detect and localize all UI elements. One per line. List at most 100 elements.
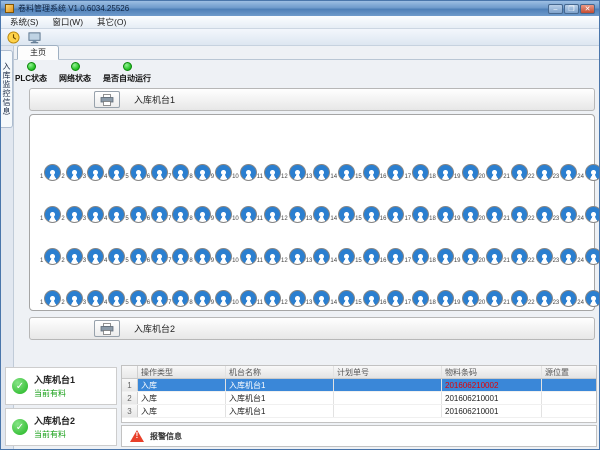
roll-slot[interactable]: 16: [380, 248, 405, 265]
roll-slot[interactable]: 23: [553, 206, 578, 223]
roll-slot[interactable]: 8: [189, 164, 210, 181]
roll-slot[interactable]: 23: [553, 290, 578, 307]
roll-slot[interactable]: 9: [211, 290, 232, 307]
roll-slot[interactable]: 2: [61, 248, 82, 265]
roll-slot[interactable]: 5: [125, 206, 146, 223]
roll-slot[interactable]: 12: [281, 206, 306, 223]
table-header-cell[interactable]: [122, 366, 138, 378]
roll-slot[interactable]: 13: [306, 206, 331, 223]
roll-slot[interactable]: 2: [61, 164, 82, 181]
roll-slot[interactable]: 18: [429, 290, 454, 307]
machine-card[interactable]: ✓入库机台1当前有料: [5, 367, 117, 405]
roll-slot[interactable]: 22: [528, 290, 553, 307]
roll-slot[interactable]: 16: [380, 164, 405, 181]
roll-slot[interactable]: 24: [577, 290, 600, 307]
print-button-machine2[interactable]: [94, 320, 120, 337]
roll-slot[interactable]: 5: [125, 290, 146, 307]
roll-slot[interactable]: 17: [404, 164, 429, 181]
roll-slot[interactable]: 20: [479, 248, 504, 265]
roll-slot[interactable]: 9: [211, 164, 232, 181]
roll-slot[interactable]: 18: [429, 248, 454, 265]
roll-slot[interactable]: 4: [104, 206, 125, 223]
roll-slot[interactable]: 6: [147, 248, 168, 265]
roll-slot[interactable]: 4: [104, 248, 125, 265]
menu-item-other[interactable]: 其它(O): [90, 16, 133, 28]
roll-slot[interactable]: 4: [104, 164, 125, 181]
roll-slot[interactable]: 17: [404, 248, 429, 265]
roll-slot[interactable]: 16: [380, 290, 405, 307]
menu-item-system[interactable]: 系统(S): [3, 16, 45, 28]
tab-home[interactable]: 主页: [17, 45, 59, 60]
roll-slot[interactable]: 11: [257, 164, 281, 181]
roll-slot[interactable]: 24: [577, 248, 600, 265]
roll-slot[interactable]: 14: [330, 206, 355, 223]
roll-slot[interactable]: 2: [61, 290, 82, 307]
roll-slot[interactable]: 15: [355, 290, 380, 307]
roll-slot[interactable]: 9: [211, 248, 232, 265]
roll-slot[interactable]: 15: [355, 248, 380, 265]
roll-slot[interactable]: 24: [577, 164, 600, 181]
roll-slot[interactable]: 15: [355, 164, 380, 181]
roll-slot[interactable]: 3: [83, 290, 104, 307]
roll-slot[interactable]: 13: [306, 290, 331, 307]
roll-slot[interactable]: 1: [40, 164, 61, 181]
close-button[interactable]: ✕: [580, 4, 595, 14]
table-row[interactable]: 3入库入库机台1201606210001: [122, 405, 596, 418]
print-button-machine1[interactable]: [94, 91, 120, 108]
menu-item-window[interactable]: 窗口(W): [45, 16, 90, 28]
roll-slot[interactable]: 12: [281, 248, 306, 265]
table-header-cell[interactable]: 操作类型: [138, 366, 226, 378]
table-header-cell[interactable]: 计划单号: [334, 366, 442, 378]
roll-slot[interactable]: 5: [125, 248, 146, 265]
roll-slot[interactable]: 6: [147, 206, 168, 223]
roll-slot[interactable]: 14: [330, 164, 355, 181]
roll-slot[interactable]: 19: [454, 290, 479, 307]
roll-slot[interactable]: 23: [553, 248, 578, 265]
roll-slot[interactable]: 20: [479, 164, 504, 181]
side-tab-monitor[interactable]: 入库监控信息: [1, 50, 13, 128]
roll-slot[interactable]: 8: [189, 290, 210, 307]
roll-slot[interactable]: 10: [232, 206, 257, 223]
roll-slot[interactable]: 17: [404, 290, 429, 307]
title-bar[interactable]: 卷料管理系统 V1.0.6034.25526 – ❐ ✕: [1, 1, 599, 16]
roll-slot[interactable]: 11: [257, 290, 281, 307]
roll-slot[interactable]: 18: [429, 164, 454, 181]
roll-slot[interactable]: 19: [454, 206, 479, 223]
roll-slot[interactable]: 15: [355, 206, 380, 223]
roll-slot[interactable]: 20: [479, 206, 504, 223]
roll-slot[interactable]: 8: [189, 206, 210, 223]
roll-slot[interactable]: 24: [577, 206, 600, 223]
roll-slot[interactable]: 10: [232, 164, 257, 181]
roll-slot[interactable]: 22: [528, 164, 553, 181]
roll-slot[interactable]: 21: [503, 206, 528, 223]
roll-slot[interactable]: 9: [211, 206, 232, 223]
roll-slot[interactable]: 1: [40, 290, 61, 307]
roll-slot[interactable]: 1: [40, 206, 61, 223]
roll-slot[interactable]: 11: [257, 248, 281, 265]
roll-slot[interactable]: 17: [404, 206, 429, 223]
roll-slot[interactable]: 21: [503, 248, 528, 265]
table-header-cell[interactable]: 源位置: [542, 366, 597, 378]
roll-slot[interactable]: 14: [330, 290, 355, 307]
monitor-toolbar-button[interactable]: [25, 30, 43, 45]
roll-slot[interactable]: 13: [306, 164, 331, 181]
roll-slot[interactable]: 23: [553, 164, 578, 181]
roll-slot[interactable]: 10: [232, 290, 257, 307]
table-header-cell[interactable]: 物料条码: [442, 366, 542, 378]
roll-slot[interactable]: 18: [429, 206, 454, 223]
roll-slot[interactable]: 22: [528, 206, 553, 223]
roll-slot[interactable]: 16: [380, 206, 405, 223]
roll-slot[interactable]: 3: [83, 164, 104, 181]
maximize-button[interactable]: ❐: [564, 4, 579, 14]
roll-slot[interactable]: 13: [306, 248, 331, 265]
roll-slot[interactable]: 8: [189, 248, 210, 265]
roll-slot[interactable]: 21: [503, 164, 528, 181]
machine-card[interactable]: ✓入库机台2当前有料: [5, 408, 117, 446]
table-row[interactable]: 1入库入库机台1201606210002: [122, 379, 596, 392]
roll-slot[interactable]: 12: [281, 290, 306, 307]
minimize-button[interactable]: –: [548, 4, 563, 14]
roll-slot[interactable]: 21: [503, 290, 528, 307]
roll-slot[interactable]: 4: [104, 290, 125, 307]
roll-slot[interactable]: 19: [454, 248, 479, 265]
roll-slot[interactable]: 22: [528, 248, 553, 265]
